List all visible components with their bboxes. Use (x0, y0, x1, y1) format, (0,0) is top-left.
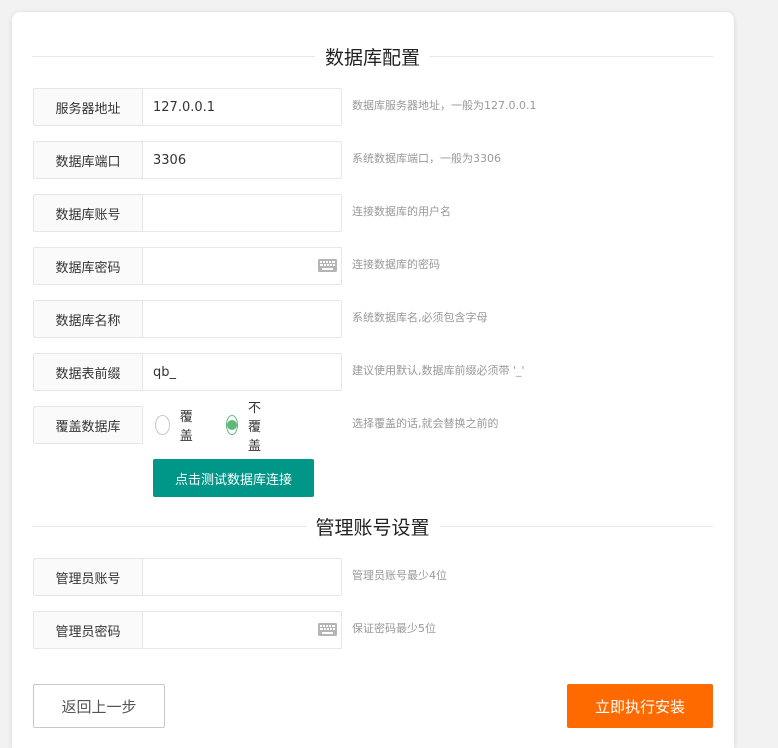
keyboard-icon[interactable] (318, 623, 337, 636)
prefix-label: 数据表前缀 (33, 353, 143, 391)
db-password-label: 数据库密码 (33, 247, 143, 285)
db-name-hint: 系统数据库名,必须包含字母 (352, 311, 488, 324)
test-connection-button[interactable]: 点击测试数据库连接 (153, 459, 314, 497)
admin-account-input[interactable] (142, 558, 342, 596)
prefix-hint: 建议使用默认,数据库前缀必须带 '_' (352, 364, 525, 377)
divider (439, 525, 714, 527)
admin-password-input[interactable] (142, 611, 342, 649)
install-button[interactable]: 立即执行安装 (567, 684, 713, 728)
host-input[interactable] (142, 88, 342, 126)
host-label: 服务器地址 (33, 88, 143, 126)
install-card: 数据库配置 服务器地址 数据库服务器地址，一般为127.0.0.1 数据库端口 … (12, 12, 734, 748)
port-input[interactable] (142, 141, 342, 179)
db-user-label: 数据库账号 (33, 194, 143, 232)
db-user-hint: 连接数据库的用户名 (352, 205, 451, 218)
db-password-input[interactable] (142, 247, 342, 285)
port-label: 数据库端口 (33, 141, 143, 179)
radio-circle (155, 415, 170, 435)
db-section-header: 数据库配置 (32, 41, 714, 71)
back-button[interactable]: 返回上一步 (33, 684, 165, 728)
radio-overwrite[interactable]: 覆盖 (155, 406, 198, 444)
admin-account-label: 管理员账号 (33, 558, 143, 596)
divider (430, 55, 714, 57)
db-name-input[interactable] (142, 300, 342, 338)
overwrite-hint: 选择覆盖的话,就会替换之前的 (352, 417, 499, 430)
admin-password-hint: 保证密码最少5位 (352, 622, 436, 635)
db-password-hint: 连接数据库的密码 (352, 258, 440, 271)
host-hint: 数据库服务器地址，一般为127.0.0.1 (352, 99, 537, 112)
db-section-title: 数据库配置 (325, 46, 421, 69)
radio-dot (227, 420, 238, 430)
prefix-input[interactable] (142, 353, 342, 391)
port-hint: 系统数据库端口，一般为3306 (352, 152, 501, 165)
radio-no-overwrite-label: 不覆盖 (248, 400, 262, 454)
radio-no-overwrite[interactable]: 不覆盖 (226, 397, 269, 454)
admin-password-label: 管理员密码 (33, 611, 143, 649)
overwrite-label: 覆盖数据库 (33, 406, 143, 444)
admin-section-title: 管理账号设置 (315, 516, 430, 539)
admin-section-header: 管理账号设置 (32, 511, 714, 541)
divider (32, 525, 306, 527)
overwrite-radio-group: 覆盖 不覆盖 (155, 401, 297, 454)
db-name-label: 数据库名称 (33, 300, 143, 338)
radio-overwrite-label: 覆盖 (179, 410, 193, 444)
admin-account-hint: 管理员账号最少4位 (352, 569, 447, 582)
divider (32, 55, 315, 57)
db-user-input[interactable] (142, 194, 342, 232)
radio-circle-checked (226, 415, 239, 435)
keyboard-icon[interactable] (318, 259, 337, 272)
